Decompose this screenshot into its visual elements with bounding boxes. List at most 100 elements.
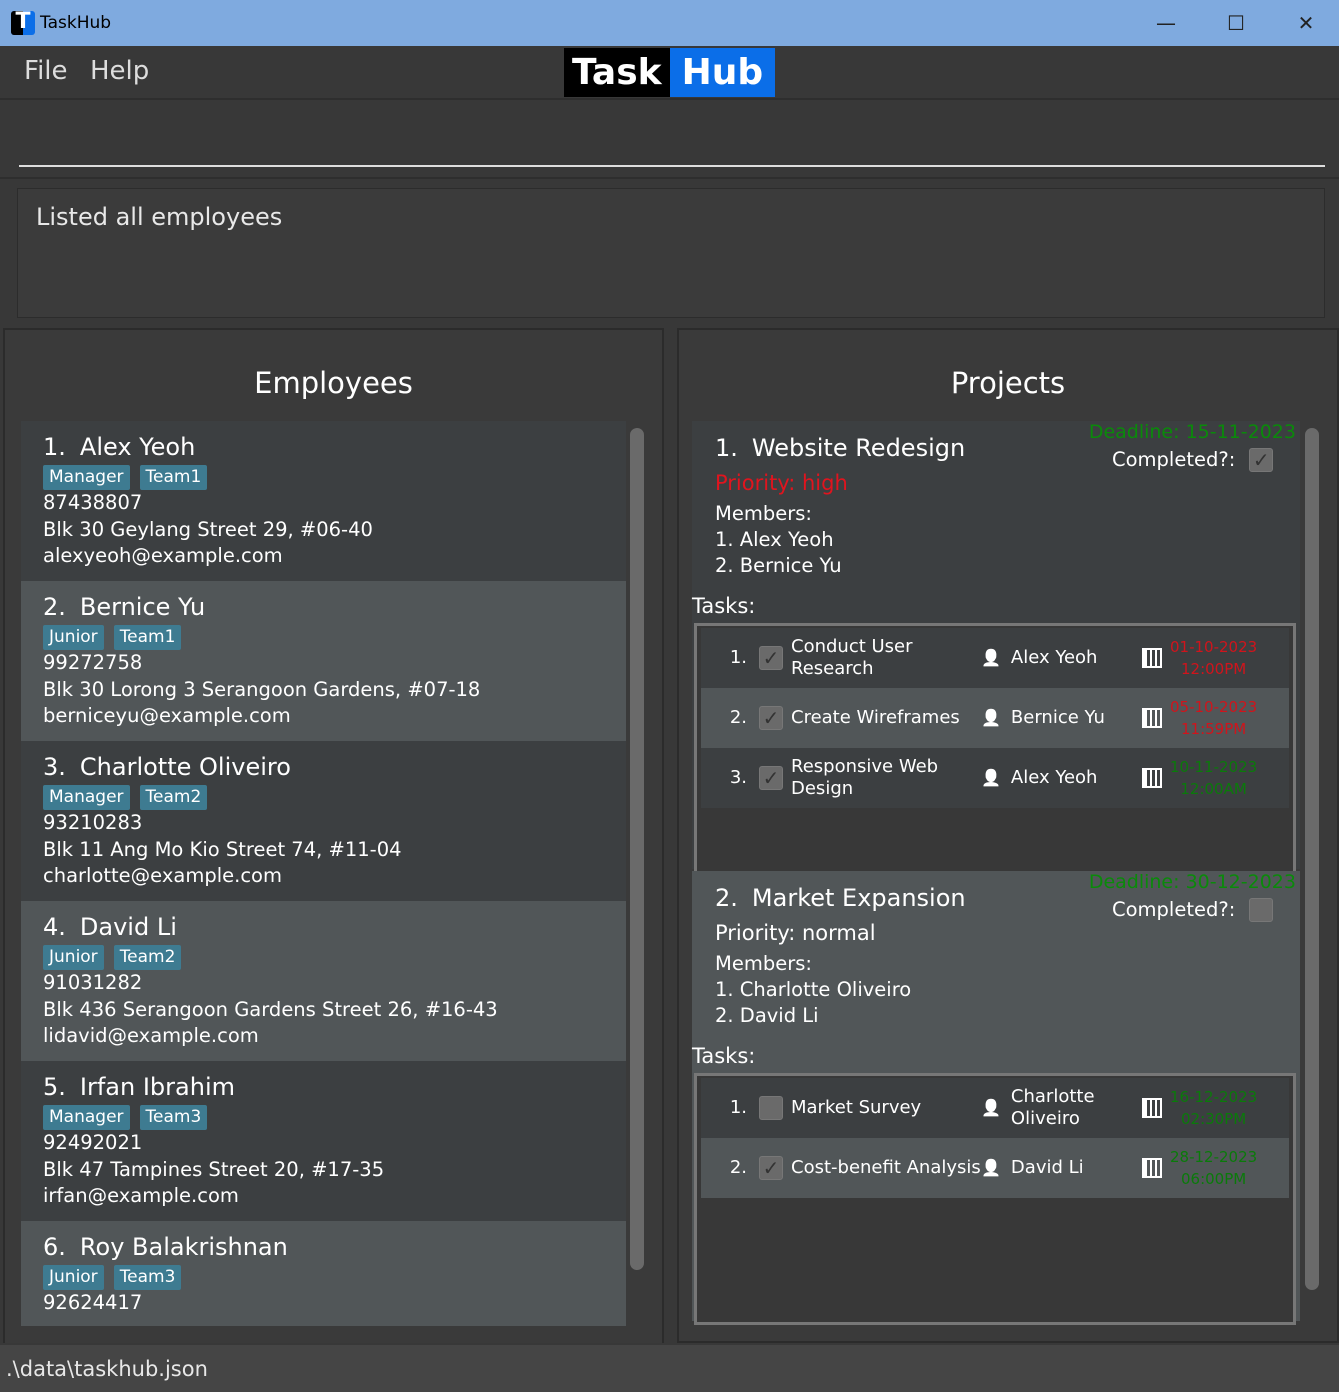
task-row[interactable]: 1. Market Survey 👤 Charlotte Oliveiro 16-12-… <box>701 1078 1289 1138</box>
project-completed: Completed?: ✓ <box>1112 447 1274 473</box>
employee-card[interactable]: 2. Bernice Yu Junior Team1 99272758 Blk 30 Lo… <box>21 581 626 741</box>
task-index: 2. <box>729 707 747 728</box>
employee-tags: Manager Team3 <box>43 1105 604 1130</box>
tag-badge: Team1 <box>139 465 208 490</box>
employee-address: Blk 30 Lorong 3 Serangoon Gardens, #07-1… <box>43 677 481 701</box>
task-name: Cost-benefit Analysis <box>791 1157 981 1178</box>
task-done-checkbox[interactable]: ✓ <box>759 706 783 730</box>
person-icon: 👤 <box>981 708 1001 727</box>
project-card[interactable]: 2. Market Expansion Deadline: 30-12-2023 Co… <box>692 871 1300 1325</box>
employee-name-text: Charlotte Oliveiro <box>79 753 291 781</box>
task-name: Responsive Web Design <box>791 756 939 799</box>
employee-phone: 93210283 <box>43 811 143 834</box>
task-date: 10-11-2023 <box>1170 758 1258 776</box>
employee-card[interactable]: 4. David Li Junior Team2 91031282 Blk 436 Ser… <box>21 901 626 1061</box>
employee-index: 5. <box>43 1073 66 1101</box>
employee-tags: Manager Team2 <box>43 785 604 810</box>
employee-phone: 92492021 <box>43 1131 143 1154</box>
task-deadline: 05-10-2023 11:59PM <box>1170 696 1257 740</box>
maximize-button[interactable]: ☐ <box>1221 8 1251 38</box>
completed-checkbox[interactable]: ✓ <box>1249 448 1274 472</box>
task-row[interactable]: 2. ✓ Cost-benefit Analysis 👤 David Li 28-12-2… <box>701 1138 1289 1198</box>
task-done-checkbox[interactable]: ✓ <box>759 1156 783 1180</box>
employee-name: 2. Bernice Yu <box>43 591 604 623</box>
projects-panel: Projects 1. Website Redesign Deadline: 15-… <box>677 328 1339 1343</box>
employee-index: 6. <box>43 1233 66 1261</box>
command-input[interactable] <box>19 111 1325 167</box>
result-message: Listed all employees <box>17 188 1325 318</box>
task-row[interactable]: 1. ✓ Conduct User Research 👤 Alex Yeoh 01-10-… <box>701 628 1289 688</box>
employee-email: charlotte@example.com <box>43 864 282 887</box>
employee-card[interactable]: 5. Irfan Ibrahim Manager Team3 92492021 Blk 4… <box>21 1061 626 1221</box>
employee-card[interactable]: 3. Charlotte Oliveiro Manager Team2 93210283… <box>21 741 626 901</box>
project-deadline: Deadline: 15-11-2023 <box>1088 421 1296 443</box>
member-item: 1. Alex Yeoh <box>715 528 834 551</box>
employee-index: 3. <box>43 753 66 781</box>
employee-index: 2. <box>43 593 66 621</box>
employee-card[interactable]: 1. Alex Yeoh Manager Team1 87438807 Blk 30 Ge… <box>21 421 626 581</box>
employee-tags: Manager Team1 <box>43 465 604 490</box>
tasks-label: Tasks: <box>692 1044 756 1068</box>
logo-task: Task <box>564 48 670 97</box>
task-time: 11:59PM <box>1180 720 1247 738</box>
assignee-name: Alex Yeoh <box>1010 767 1098 788</box>
employee-address: Blk 11 Ang Mo Kio Street 74, #11-04 <box>43 837 402 861</box>
task-done-checkbox[interactable] <box>759 1096 783 1120</box>
task-row[interactable]: 3. ✓ Responsive Web Design 👤 Alex Yeoh 10-11-… <box>701 748 1289 808</box>
employee-name: 3. Charlotte Oliveiro <box>43 751 604 783</box>
assignee-name: David Li <box>1010 1157 1084 1178</box>
employee-address: Blk 47 Tampines Street 20, #17-35 <box>43 1157 385 1181</box>
project-name-text: Website Redesign <box>751 434 966 462</box>
task-assignee: 👤 Bernice Yu <box>981 707 1136 729</box>
employee-name: 1. Alex Yeoh <box>43 431 604 463</box>
completed-label: Completed?: <box>1112 898 1236 921</box>
menu-file[interactable]: File <box>24 56 68 86</box>
task-deadline: 01-10-2023 12:00PM <box>1170 636 1257 680</box>
tag-badge: Junior <box>43 945 104 970</box>
person-icon: 👤 <box>981 768 1001 787</box>
save-location: .\data\taskhub.json <box>6 1357 208 1381</box>
project-scrollbar[interactable] <box>1305 428 1319 1290</box>
project-completed: Completed?: <box>1112 897 1274 923</box>
task-deadline: 16-12-2023 02:30PM <box>1170 1086 1257 1130</box>
task-done-checkbox[interactable]: ✓ <box>759 646 783 670</box>
task-list[interactable]: 1. ✓ Conduct User Research 👤 Alex Yeoh 01-10-… <box>694 623 1296 875</box>
person-icon: 👤 <box>981 648 1001 667</box>
employee-phone: 91031282 <box>43 971 143 994</box>
completed-checkbox[interactable] <box>1249 898 1274 922</box>
assignee-name: Charlotte Oliveiro <box>1010 1086 1095 1129</box>
employee-tags: Junior Team3 <box>43 1265 604 1290</box>
task-date: 16-12-2023 <box>1170 1088 1258 1106</box>
task-row[interactable]: 2. ✓ Create Wireframes 👤 Bernice Yu 05-10-202… <box>701 688 1289 748</box>
tag-badge: Manager <box>43 785 130 810</box>
employee-email: irfan@example.com <box>43 1184 239 1207</box>
minimize-button[interactable]: — <box>1151 8 1181 38</box>
tag-badge: Manager <box>43 1105 130 1130</box>
task-list[interactable]: 1. Market Survey 👤 Charlotte Oliveiro 16-12-… <box>694 1073 1296 1325</box>
task-time: 12:00PM <box>1180 660 1247 678</box>
project-card[interactable]: 1. Website Redesign Deadline: 15-11-2023 Co… <box>692 421 1300 875</box>
command-box <box>0 101 1339 176</box>
calendar-icon <box>1142 1098 1162 1118</box>
calendar-icon <box>1142 1158 1162 1178</box>
tag-badge: Team1 <box>113 625 182 650</box>
project-index: 2. <box>715 884 738 912</box>
menu-help[interactable]: Help <box>90 56 149 86</box>
task-done-checkbox[interactable]: ✓ <box>759 766 783 790</box>
tag-badge: Team3 <box>139 1105 208 1130</box>
window-title: TaskHub <box>40 13 112 33</box>
employee-scrollbar[interactable] <box>630 428 644 1270</box>
members-label: Members: <box>715 952 812 975</box>
close-button[interactable]: ✕ <box>1291 8 1321 38</box>
employees-title: Employees <box>254 366 413 400</box>
member-item: 2. David Li <box>715 1004 819 1027</box>
title-bar: T TaskHub — ☐ ✕ <box>0 0 1339 46</box>
employee-name-text: Bernice Yu <box>79 593 206 621</box>
employee-card[interactable]: 6. Roy Balakrishnan Junior Team3 92624417 <box>21 1221 626 1326</box>
project-name-text: Market Expansion <box>751 884 966 912</box>
employee-phone: 87438807 <box>43 491 143 514</box>
employees-panel: Employees 1. Alex Yeoh Manager Team1 8743880… <box>3 328 664 1343</box>
task-time: 12:00AM <box>1180 780 1247 798</box>
employee-phone: 99272758 <box>43 651 143 674</box>
tag-badge: Team2 <box>139 785 208 810</box>
